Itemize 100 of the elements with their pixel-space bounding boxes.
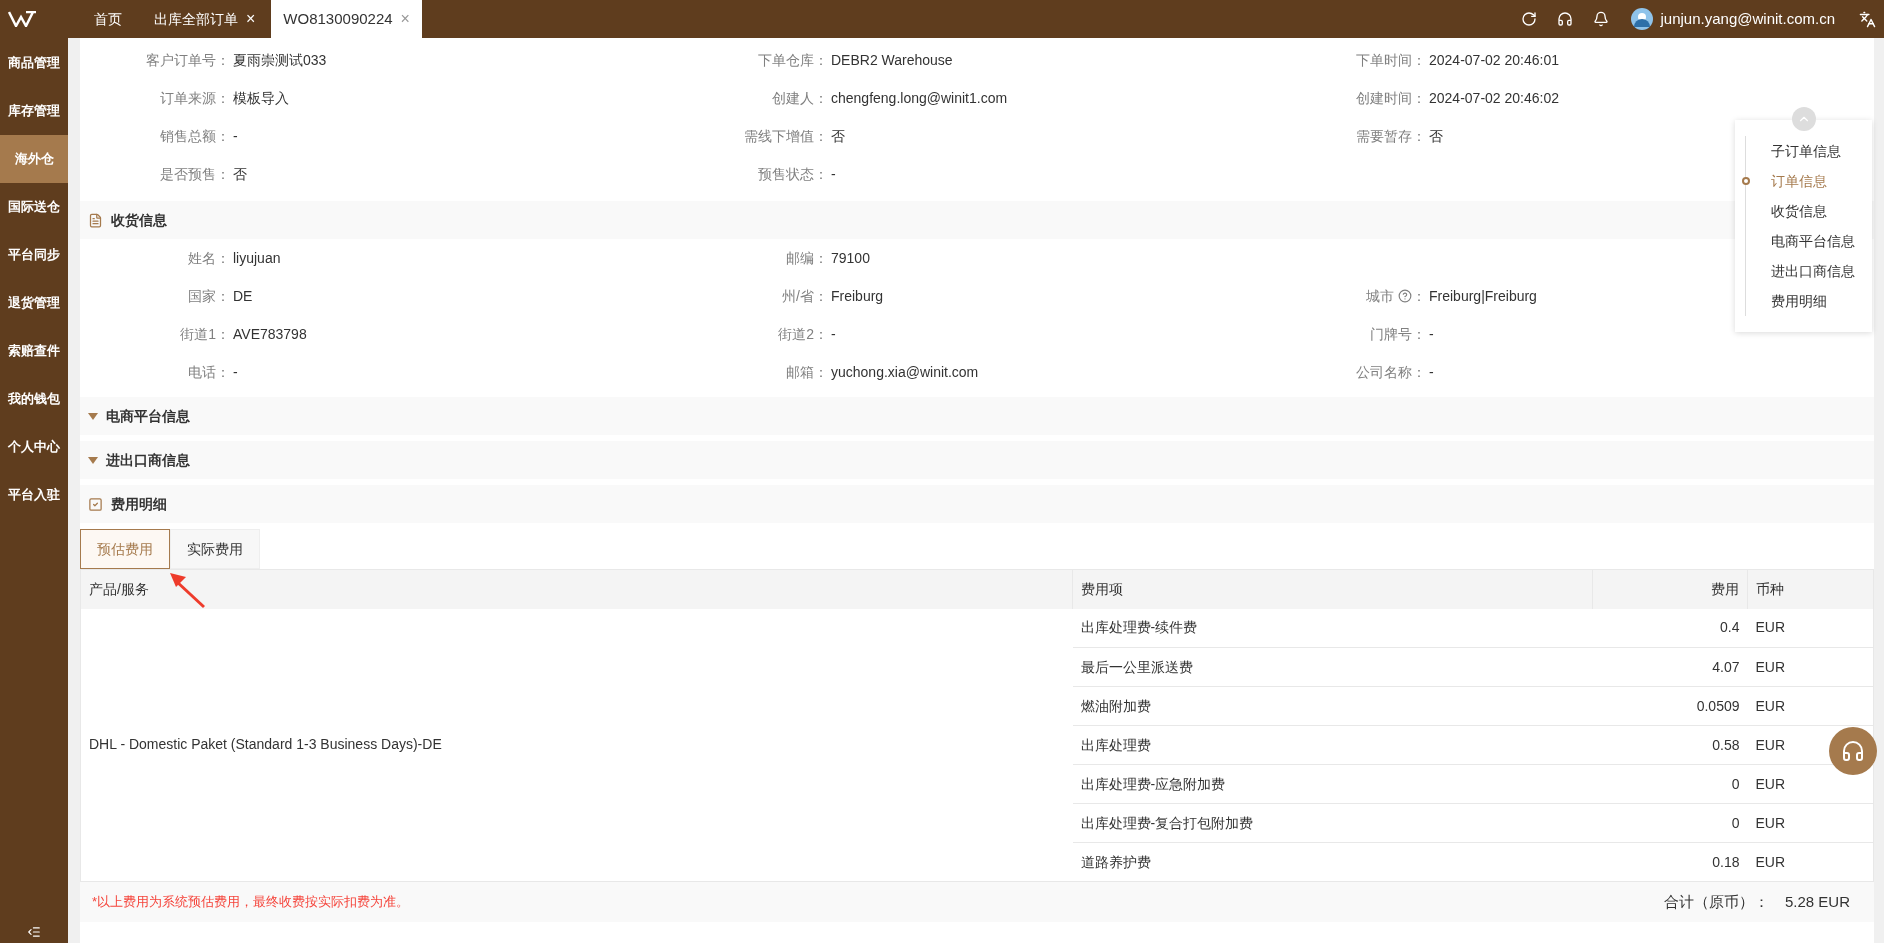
table-cell: 出库处理费-应急附加费 xyxy=(1072,764,1593,804)
field-value: 否 xyxy=(831,126,845,146)
field-value: - xyxy=(831,164,837,184)
caret-icon[interactable] xyxy=(88,412,98,420)
tab-label: 首页 xyxy=(94,9,122,29)
page-tab[interactable]: 出库全部订单 × xyxy=(138,0,272,38)
field-value: 否 xyxy=(1429,126,1443,146)
field-value: 2024-07-02 20:46:01 xyxy=(1429,50,1559,70)
field-value: - xyxy=(831,324,837,344)
bell-icon[interactable] xyxy=(1592,11,1609,27)
field-value: 否 xyxy=(233,164,247,184)
sidebar-item[interactable]: 平台入驻 xyxy=(0,471,68,519)
section-title: 收货信息 xyxy=(111,210,167,230)
tab-label: 出库全部订单 xyxy=(154,9,238,29)
field-value: - xyxy=(233,362,239,382)
column-header: 费用 xyxy=(1711,580,1739,597)
table-cell: 出库处理费-续件费 xyxy=(1072,608,1593,648)
sidebar-item[interactable]: 索赔查件 xyxy=(0,327,68,375)
fee-tab[interactable]: 预估费用 xyxy=(80,529,170,569)
tab-close[interactable]: × xyxy=(246,7,256,31)
table-cell: 燃油附加费 xyxy=(1072,686,1593,726)
logo-icon[interactable] xyxy=(8,11,38,27)
sidebar-item[interactable]: 国际送仓 xyxy=(0,183,68,231)
collapse-menu-icon[interactable] xyxy=(27,925,41,939)
field-label: 公司名称： xyxy=(1356,362,1426,382)
section-title: 费用明细 xyxy=(111,494,167,514)
field-value: Freiburg|Freiburg xyxy=(1429,286,1537,306)
tab-label: WO8130090224 xyxy=(283,8,393,29)
checkbox-icon xyxy=(88,496,103,512)
field-label: 邮箱： xyxy=(786,362,828,382)
arrow-annotation xyxy=(168,571,206,609)
page-tab[interactable]: 首页 xyxy=(78,0,138,38)
table-cell: 0.4 xyxy=(1592,608,1748,648)
table-cell: 0.0509 xyxy=(1592,686,1748,726)
field-value: chengfeng.long@winit1.com xyxy=(831,88,1008,108)
table-cell: 4.07 xyxy=(1592,647,1748,687)
table-cell: 0 xyxy=(1592,764,1748,804)
field-label: 电话： xyxy=(188,362,230,382)
section-title: 进出口商信息 xyxy=(106,450,190,470)
field-label: 街道1： xyxy=(180,324,230,344)
field-label: 订单来源： xyxy=(160,88,230,108)
refresh-icon[interactable] xyxy=(1520,11,1537,27)
field-value: DEBR2 Warehouse xyxy=(831,50,953,70)
user-email[interactable]: junjun.yang@winit.com.cn xyxy=(1660,7,1835,31)
total-label: 合计（原币）： xyxy=(1663,891,1769,912)
section-header[interactable]: 电商平台信息 xyxy=(80,397,1874,435)
field-value: Freiburg xyxy=(831,286,884,306)
anchor-link[interactable]: 收货信息 xyxy=(1746,196,1872,226)
section-title: 电商平台信息 xyxy=(106,406,190,426)
field-label: 城市 xyxy=(1366,286,1394,306)
field-value: - xyxy=(233,126,239,146)
translate-icon[interactable] xyxy=(1859,10,1876,28)
field-label: 创建时间： xyxy=(1356,88,1426,108)
field-value: 79100 xyxy=(831,248,870,268)
sidebar-item[interactable]: 个人中心 xyxy=(0,423,68,471)
field-colon: ： xyxy=(1412,286,1426,306)
field-label: 国家： xyxy=(188,286,230,306)
sidebar-item[interactable]: 商品管理 xyxy=(0,39,68,87)
field-label: 州/省： xyxy=(782,286,828,306)
field-value: yuchong.xia@winit.com xyxy=(831,362,979,382)
caret-icon[interactable] xyxy=(88,456,98,464)
field-value: - xyxy=(1429,362,1435,382)
field-label: 下单时间： xyxy=(1356,50,1426,70)
field-label: 下单仓库： xyxy=(758,50,828,70)
sidebar-item[interactable]: 库存管理 xyxy=(0,87,68,135)
help-icon[interactable] xyxy=(1398,289,1412,303)
column-header: 费用项 xyxy=(1081,580,1123,597)
section-header[interactable]: 进出口商信息 xyxy=(80,441,1874,479)
sidebar-item[interactable]: 退货管理 xyxy=(0,279,68,327)
anchor-link[interactable]: 费用明细 xyxy=(1746,286,1872,316)
column-header: 币种 xyxy=(1756,580,1784,597)
avatar-icon[interactable] xyxy=(1630,8,1653,30)
field-value: 2024-07-02 20:46:02 xyxy=(1429,88,1559,108)
anchor-link[interactable]: 子订单信息 xyxy=(1746,136,1872,166)
field-label: 预售状态： xyxy=(758,164,828,184)
document-icon xyxy=(88,212,103,228)
sidebar-item[interactable]: 海外仓 xyxy=(0,135,68,183)
field-value: 模板导入 xyxy=(233,88,289,108)
sidebar-item[interactable]: 平台同步 xyxy=(0,231,68,279)
table-cell: EUR xyxy=(1747,647,1874,687)
field-label: 需要暂存： xyxy=(1356,126,1426,146)
field-value: liyujuan xyxy=(233,248,281,268)
sidebar-item[interactable]: 我的钱包 xyxy=(0,375,68,423)
anchor-link[interactable]: 电商平台信息 xyxy=(1746,226,1872,256)
page-tab[interactable]: WO8130090224 × xyxy=(271,0,422,38)
anchor-link[interactable]: 进出口商信息 xyxy=(1746,256,1872,286)
field-value: DE xyxy=(233,286,253,306)
anchor-link[interactable]: 订单信息 xyxy=(1746,166,1872,196)
field-label: 创建人： xyxy=(772,88,828,108)
fee-tab[interactable]: 实际费用 xyxy=(170,529,260,569)
table-cell: 出库处理费-复合打包附加费 xyxy=(1072,803,1593,843)
field-label: 邮编： xyxy=(786,248,828,268)
table-cell: EUR xyxy=(1747,803,1874,843)
table-cell: 0 xyxy=(1592,803,1748,843)
headset-icon[interactable] xyxy=(1556,11,1573,27)
table-cell: 0.18 xyxy=(1592,842,1748,882)
field-label: 需线下增值： xyxy=(744,126,828,146)
field-label: 销售总额： xyxy=(160,126,230,146)
total-value: 5.28 EUR xyxy=(1784,891,1850,912)
fee-note: *以上费用为系统预估费用，最终收费按实际扣费为准。 xyxy=(92,893,410,912)
